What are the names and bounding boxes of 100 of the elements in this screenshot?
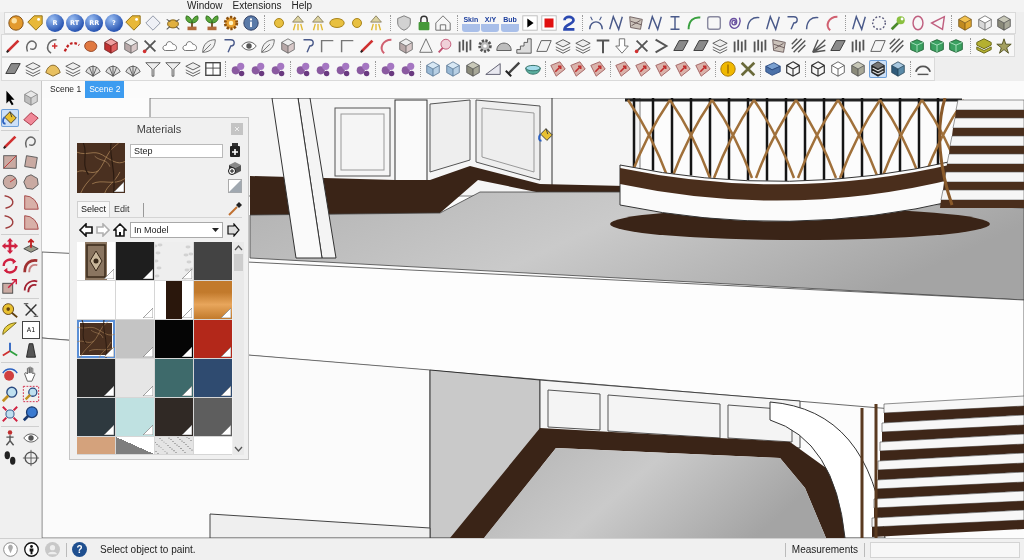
tile-icon[interactable] [654,60,672,78]
tape-measure-icon[interactable] [1,301,19,319]
potted-plant-icon[interactable] [183,14,202,32]
parallel-curves-icon[interactable] [22,277,40,295]
cube-icon[interactable] [975,14,994,32]
menu-item[interactable]: Window [186,0,224,12]
molecule-icon[interactable] [379,60,397,78]
material-swatch[interactable] [116,242,154,280]
material-swatch[interactable] [77,437,115,454]
stop-icon[interactable] [540,14,559,32]
cube-icon[interactable] [889,60,907,78]
material-swatch[interactable] [77,281,115,319]
material-swatch[interactable] [194,320,232,358]
material-preview[interactable] [77,143,125,193]
molecule-icon[interactable] [249,60,267,78]
star-icon[interactable] [994,36,1013,55]
cube-icon[interactable] [956,14,975,32]
double-arc-icon[interactable] [22,257,40,275]
zigzag-icon[interactable] [850,14,869,32]
material-swatch[interactable] [116,437,154,454]
hatched-shape-icon[interactable] [626,14,645,32]
molecule-icon[interactable] [269,60,287,78]
gear-icon[interactable] [222,14,241,32]
box-icon[interactable] [947,36,966,55]
menu-item[interactable]: Help [290,0,314,12]
circle-icon[interactable] [1,173,19,191]
wrench-icon[interactable] [889,14,908,32]
tile-icon[interactable] [694,60,712,78]
play-icon[interactable] [520,14,539,32]
material-swatch[interactable] [77,398,115,436]
tile-icon[interactable] [569,60,587,78]
material-swatch[interactable] [116,320,154,358]
material-swatch[interactable] [77,242,115,280]
box-icon[interactable] [908,36,926,55]
scene-tab[interactable]: Scene 1 [46,81,86,98]
funnel-icon[interactable] [164,60,182,78]
chevron-down-icon[interactable] [234,446,243,452]
wedge-icon[interactable] [484,60,502,78]
measurements-field[interactable] [870,541,1020,558]
material-swatch[interactable] [155,359,193,397]
tag-icon[interactable] [124,14,143,32]
magnifier-icon[interactable] [22,405,40,423]
menu-item[interactable]: Extensions [231,0,283,12]
layers-icon[interactable] [184,60,202,78]
wireframe-cube-icon[interactable] [809,60,827,78]
molecule-icon[interactable] [314,60,332,78]
eraser-icon[interactable] [22,109,40,127]
sphere-icon[interactable] [6,14,25,32]
home-icon[interactable] [113,222,127,237]
scrollbar[interactable] [233,242,244,455]
cube-icon[interactable] [279,36,297,55]
layers-icon[interactable] [573,36,592,55]
material-swatch[interactable] [116,398,154,436]
material-swatch[interactable] [116,281,154,319]
layers-icon[interactable] [24,60,42,78]
cube-icon[interactable] [829,60,847,78]
tile-icon[interactable] [614,60,632,78]
material-swatch[interactable] [116,359,154,397]
cube-icon[interactable] [464,60,482,78]
coin-icon[interactable] [719,60,737,78]
fan-icon[interactable] [809,36,828,55]
caret-icon[interactable] [212,227,219,232]
down-arrow-icon[interactable] [613,36,632,55]
paint-bucket-icon[interactable] [1,109,19,127]
square-arrow-icon[interactable] [1,277,19,295]
map-pin-icon[interactable] [3,542,18,557]
layers-icon[interactable] [711,36,730,55]
protractor-icon[interactable] [1,321,19,339]
slanted-lines-icon[interactable] [790,36,809,55]
cube-icon[interactable] [121,36,140,55]
material-swatch[interactable] [194,242,232,280]
chevron-icon[interactable] [652,36,671,55]
arch-icon[interactable] [587,14,606,32]
layers-icon[interactable] [975,36,993,55]
polygon-icon[interactable] [22,173,40,191]
molecule-icon[interactable] [334,60,352,78]
axes-icon[interactable] [1,341,19,359]
pencil-icon[interactable] [1,133,19,151]
panel-tab[interactable]: Edit [110,201,134,217]
pie-icon[interactable] [22,193,40,211]
tile-icon[interactable] [549,60,567,78]
orbit-icon[interactable] [1,365,19,383]
material-swatch[interactable] [77,359,115,397]
sword-icon[interactable] [504,60,522,78]
help-button[interactable]: ? [72,542,87,557]
library-dropdown[interactable]: In Model [130,221,223,238]
material-swatch[interactable] [155,281,193,319]
potted-plant-icon[interactable] [202,14,221,32]
zoom-window-icon[interactable] [22,385,40,403]
material-name-field[interactable]: Step [130,144,223,158]
slanted-lines-icon[interactable] [888,36,907,55]
molecule-icon[interactable] [399,60,417,78]
layers-icon[interactable] [64,60,82,78]
funnel-icon[interactable] [144,60,162,78]
layers-icon[interactable] [554,36,573,55]
plate-up-arrow-icon[interactable] [22,237,40,255]
tile-icon[interactable] [589,60,607,78]
crossed-tools-icon[interactable] [739,60,757,78]
rotate-arrows-icon[interactable] [1,257,19,275]
cube-icon[interactable] [396,36,415,55]
